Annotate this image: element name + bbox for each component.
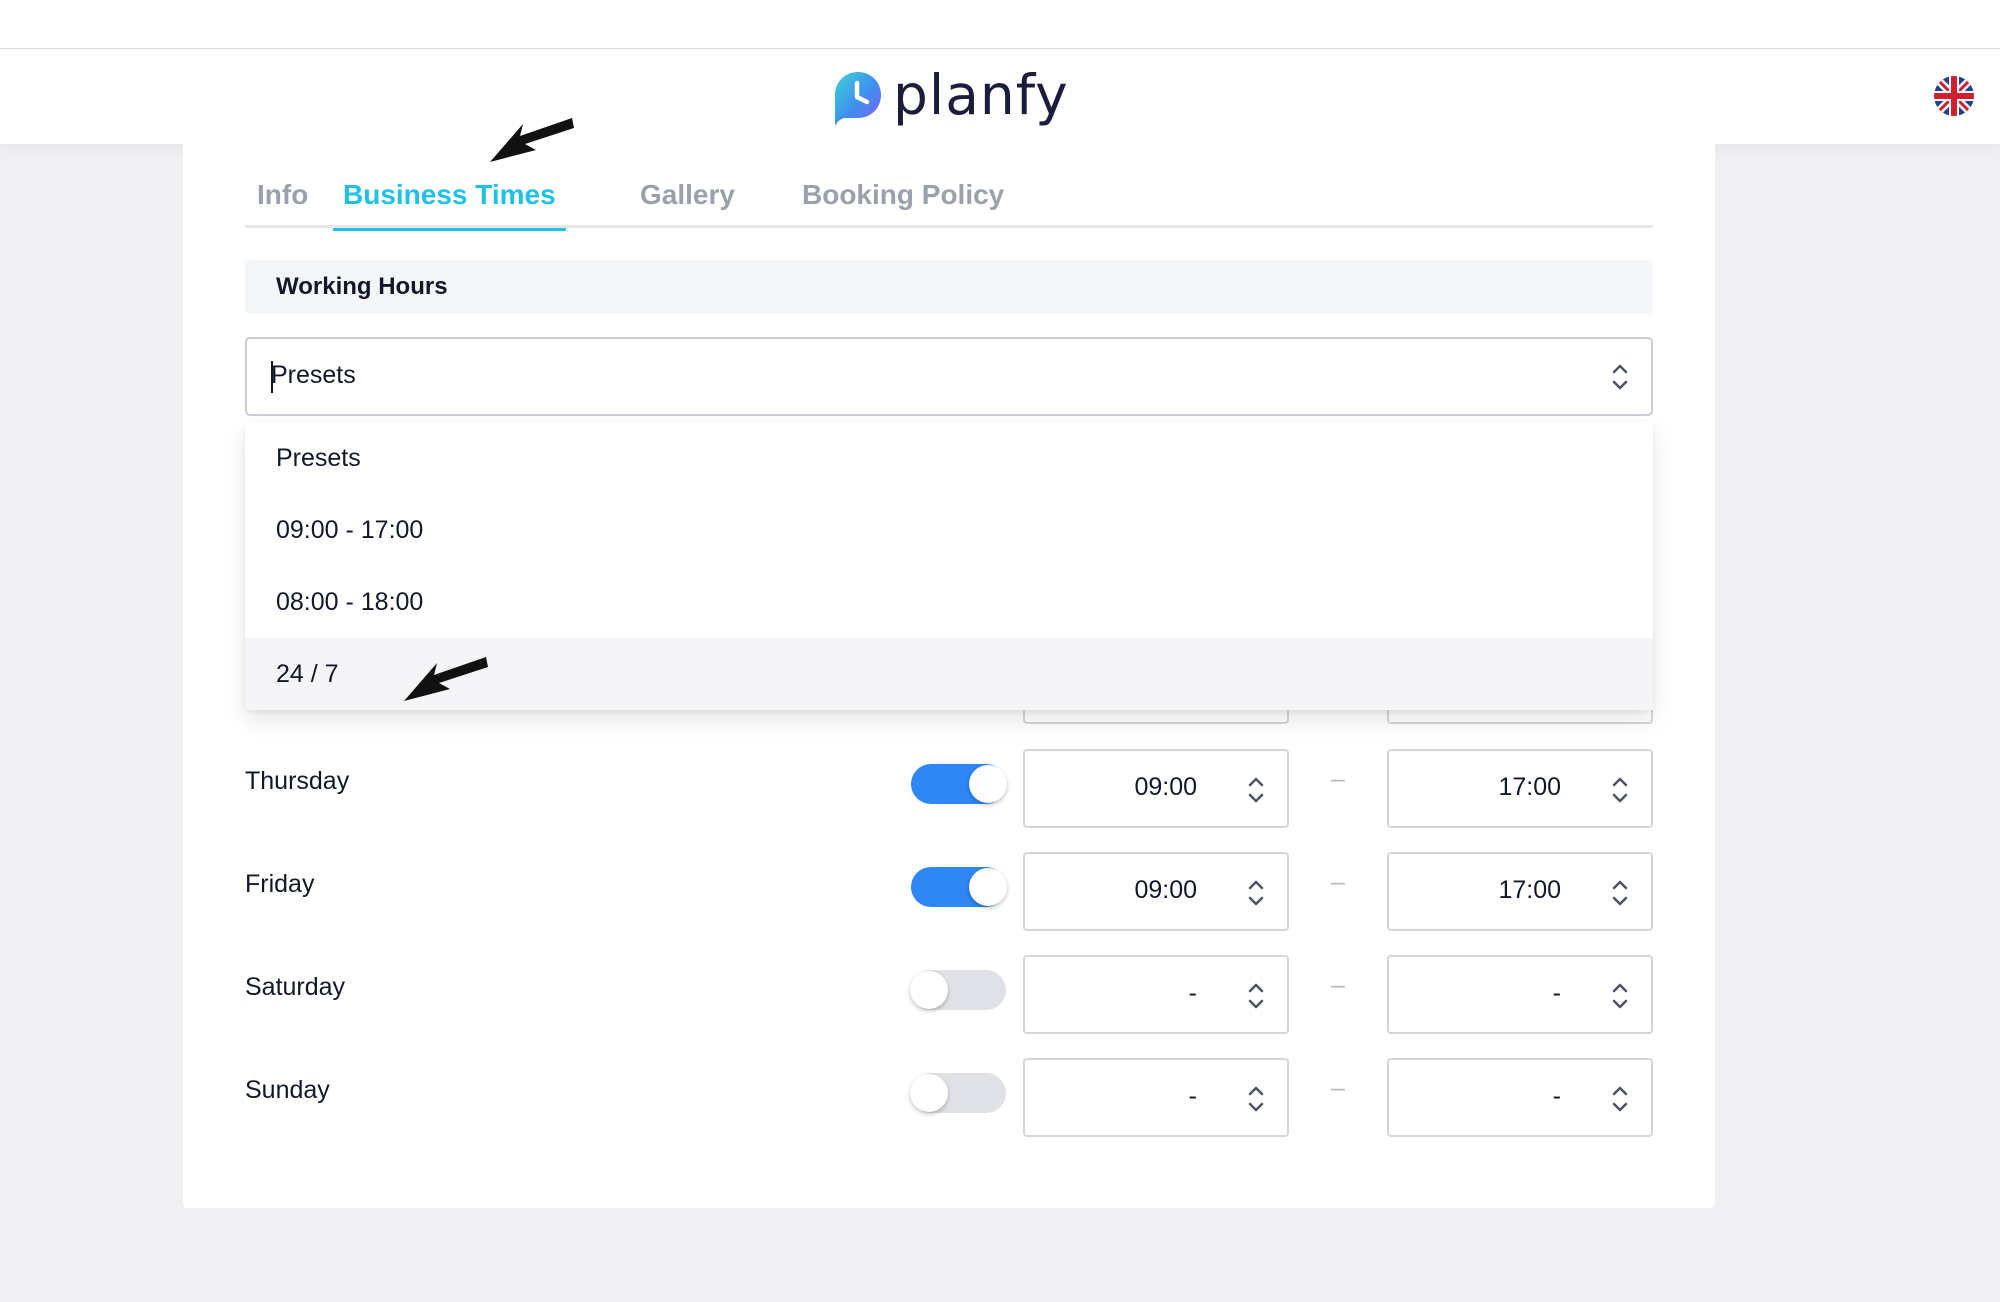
start-time-value: - (1188, 1082, 1197, 1110)
chevron-up-down-icon (1612, 364, 1628, 390)
wednesday-row-partial (245, 710, 1653, 724)
day-label: Saturday (245, 973, 346, 1001)
chevron-up-down-icon (1248, 1086, 1264, 1112)
presets-select[interactable]: Presets (245, 337, 1653, 416)
pointer-arrow-icon (404, 657, 488, 701)
end-time-select[interactable]: 17:00 (1387, 749, 1653, 828)
time-start-partial (1023, 710, 1289, 724)
chevron-up-down-icon (1612, 983, 1628, 1009)
preset-option[interactable]: 08:00 - 18:00 (245, 566, 1653, 638)
day-row-thursday: Thursday 09:00 – 17:00 (245, 749, 1653, 828)
day-toggle[interactable] (910, 970, 1006, 1010)
tab-booking-policy[interactable]: Booking Policy (802, 174, 1004, 228)
working-hours-header: Working Hours (245, 260, 1653, 314)
start-time-select[interactable]: - (1023, 955, 1289, 1034)
end-time-select[interactable]: - (1387, 1058, 1653, 1137)
day-row-friday: Friday 09:00 – 17:00 (245, 852, 1653, 931)
day-toggle[interactable] (910, 1073, 1006, 1113)
time-separator: – (1331, 868, 1345, 896)
planfy-logo[interactable]: planfy (833, 67, 1069, 131)
start-time-value: 09:00 (1134, 773, 1197, 801)
time-end-partial (1387, 710, 1653, 724)
preset-option-label: 24 / 7 (276, 660, 339, 688)
start-time-select[interactable]: 09:00 (1023, 852, 1289, 931)
app-header: planfy (0, 49, 2000, 144)
start-time-select[interactable]: - (1023, 1058, 1289, 1137)
time-separator: – (1331, 971, 1345, 999)
text-caret (271, 361, 273, 393)
end-time-select[interactable]: - (1387, 955, 1653, 1034)
time-separator: – (1331, 1074, 1345, 1102)
presets-select-value: Presets (271, 361, 356, 389)
toggle-knob (910, 971, 948, 1009)
end-time-select[interactable]: 17:00 (1387, 852, 1653, 931)
day-toggle[interactable] (911, 867, 1007, 907)
planfy-logo-icon (835, 72, 881, 126)
toggle-knob (969, 765, 1007, 803)
preset-option[interactable]: Presets (245, 422, 1653, 494)
toggle-knob (910, 1074, 948, 1112)
tab-gallery[interactable]: Gallery (640, 174, 735, 228)
day-row-sunday: Sunday - – - (245, 1058, 1653, 1137)
chevron-up-down-icon (1248, 983, 1264, 1009)
chevron-up-down-icon (1248, 880, 1264, 906)
preset-option-label: Presets (276, 444, 361, 472)
preset-option-label: 09:00 - 17:00 (276, 516, 424, 544)
day-label: Sunday (245, 1076, 330, 1104)
day-toggle[interactable] (911, 764, 1007, 804)
uk-flag-icon[interactable] (1934, 76, 1974, 116)
end-time-value: - (1552, 979, 1561, 1007)
start-time-value: - (1188, 979, 1197, 1007)
end-time-value: 17:00 (1498, 876, 1561, 904)
end-time-value: - (1552, 1082, 1561, 1110)
tab-business-times[interactable]: Business Times (333, 174, 566, 231)
pointer-arrow-icon (490, 118, 574, 162)
start-time-select[interactable]: 09:00 (1023, 749, 1289, 828)
preset-option[interactable]: 09:00 - 17:00 (245, 494, 1653, 566)
end-time-value: 17:00 (1498, 773, 1561, 801)
settings-tabs: Info Business Times Gallery Booking Poli… (245, 174, 1653, 231)
day-label: Thursday (245, 767, 350, 795)
toggle-knob (969, 868, 1007, 906)
tab-info[interactable]: Info (257, 174, 308, 228)
logo-wordmark: planfy (893, 62, 1069, 127)
preset-option-label: 08:00 - 18:00 (276, 588, 424, 616)
time-separator: – (1331, 765, 1345, 793)
chevron-up-down-icon (1612, 777, 1628, 803)
chevron-up-down-icon (1612, 880, 1628, 906)
start-time-value: 09:00 (1134, 876, 1197, 904)
chevron-up-down-icon (1248, 777, 1264, 803)
browser-top-strip (0, 0, 2000, 49)
chevron-up-down-icon (1612, 1086, 1628, 1112)
section-title: Working Hours (276, 273, 448, 300)
day-row-saturday: Saturday - – - (245, 955, 1653, 1034)
day-label: Friday (245, 870, 315, 898)
